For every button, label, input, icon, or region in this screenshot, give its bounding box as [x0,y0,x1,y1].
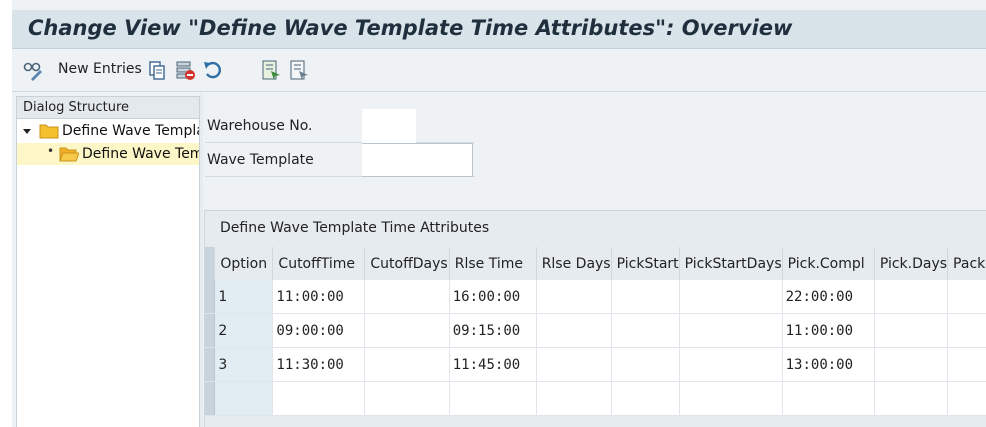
table-cell[interactable] [947,347,986,382]
table-header-row: Option CutoffTime CutoffDays Rlse Time R… [205,247,986,280]
tree-item-define-wave-template-time-attributes[interactable]: • Define Wave Template Time Attributes [17,143,199,165]
dialog-structure-panel: Dialog Structure Define Wave Template • … [16,96,200,427]
table-cell[interactable] [536,313,612,348]
column-header[interactable]: Rlse Days [536,247,612,280]
table-cell[interactable] [364,347,450,382]
column-header[interactable]: CutoffTime [272,247,366,280]
table-cell[interactable] [272,381,366,416]
table-cell[interactable] [947,381,986,416]
table-cell[interactable] [536,381,612,416]
sap-window: Change View "Define Wave Template Time A… [12,0,986,427]
copy-icon[interactable] [146,59,168,81]
column-header[interactable]: Pick.Compl [782,247,875,280]
column-header[interactable]: PickStartDays [679,247,783,280]
table-cell[interactable] [536,280,612,314]
wave-template-label: Wave Template [207,152,314,168]
toolbar: New Entries [12,49,986,92]
table-row: 2 09:00:00 09:15:00 11:00:00 [205,313,986,348]
table-cell[interactable] [782,381,875,416]
table-cell[interactable] [611,381,680,416]
table-cell[interactable] [874,280,949,314]
deselect-icon[interactable] [288,59,310,81]
table-cell[interactable] [449,381,537,416]
column-header[interactable]: PickStart [611,247,680,280]
table-cell[interactable]: 16:00:00 [449,280,537,314]
row-selector[interactable] [205,347,216,382]
warehouse-value [362,109,416,143]
table-row-empty [205,381,986,416]
folder-icon [39,124,59,139]
table-cell[interactable] [364,280,450,314]
undo-icon[interactable] [202,59,224,81]
table-cell[interactable]: 09:00:00 [272,313,366,348]
time-attributes-table: Option CutoffTime CutoffDays Rlse Time R… [205,247,986,416]
table-cell[interactable]: 1 [214,280,274,314]
dialog-structure-header: Dialog Structure [17,97,199,119]
table-cell[interactable]: 3 [214,347,274,382]
row-selector[interactable] [205,280,216,314]
panel-splitter[interactable] [200,92,203,427]
column-header[interactable]: Pick.Days [874,247,949,280]
wave-template-field[interactable] [362,143,473,177]
table-cell[interactable]: 11:30:00 [272,347,366,382]
table-cell[interactable] [611,313,680,348]
table-cell[interactable]: 22:00:00 [782,280,875,314]
glasses-edit-icon[interactable] [22,59,44,81]
table-cell[interactable]: 13:00:00 [782,347,875,382]
column-header[interactable]: CutoffDays [364,247,450,280]
delete-icon[interactable] [174,59,196,81]
table-cell[interactable] [874,347,949,382]
table-row: 3 11:30:00 11:45:00 13:00:00 [205,347,986,382]
page-title: Change View "Define Wave Template Time A… [28,16,793,40]
warehouse-label: Warehouse No. [207,118,313,134]
table-cell[interactable] [679,280,783,314]
expand-arrow-icon[interactable] [23,127,31,135]
table-cell[interactable] [947,313,986,348]
tree-item-define-wave-template[interactable]: Define Wave Template [17,120,199,142]
column-header[interactable]: Pack [947,247,986,280]
table-cell[interactable] [611,280,680,314]
row-selector[interactable] [205,381,216,416]
table-cell[interactable] [214,381,274,416]
tree-bullet-icon: • [47,144,55,158]
table-cell[interactable]: 2 [214,313,274,348]
table-cell[interactable] [611,347,680,382]
table-row: 1 11:00:00 16:00:00 22:00:00 [205,280,986,314]
table-panel: Define Wave Template Time Attributes Opt… [204,210,986,427]
column-header[interactable]: Option [214,247,274,280]
table-cell[interactable] [536,347,612,382]
tree-item-label[interactable]: Define Wave Template Time Attributes [82,146,199,162]
table-cell[interactable] [364,313,450,348]
select-all-cell[interactable] [205,247,216,280]
table-cell[interactable] [364,381,450,416]
table-cell[interactable] [679,313,783,348]
column-header[interactable]: Rlse Time [449,247,537,280]
select-all-icon[interactable] [260,59,282,81]
open-folder-icon [59,147,79,162]
table-title: Define Wave Template Time Attributes [220,220,490,236]
table-cell[interactable]: 11:00:00 [782,313,875,348]
title-bar: Change View "Define Wave Template Time A… [12,10,986,49]
table-cell[interactable]: 11:00:00 [272,280,366,314]
table-cell[interactable] [679,381,783,416]
new-entries-button[interactable]: New Entries [58,61,142,77]
table-cell[interactable] [679,347,783,382]
table-cell[interactable]: 11:45:00 [449,347,537,382]
table-cell[interactable] [874,313,949,348]
table-cell[interactable] [947,280,986,314]
tree-item-label[interactable]: Define Wave Template [62,123,199,139]
row-selector[interactable] [205,313,216,348]
dialog-structure-title: Dialog Structure [23,100,130,115]
table-cell[interactable] [874,381,949,416]
table-cell[interactable]: 09:15:00 [449,313,537,348]
